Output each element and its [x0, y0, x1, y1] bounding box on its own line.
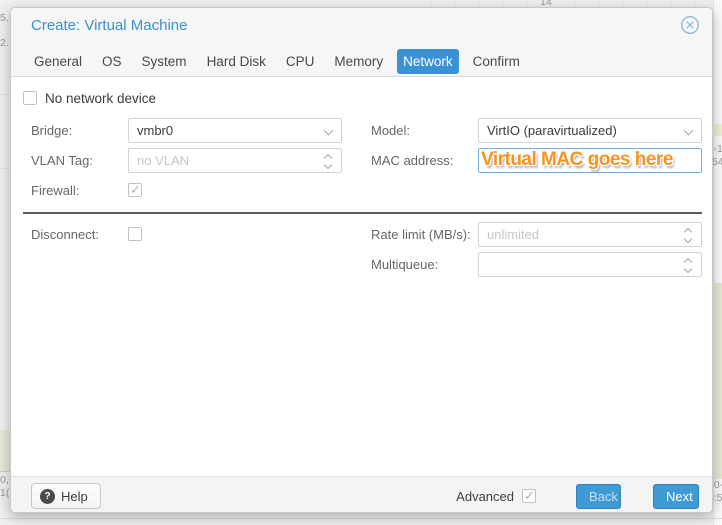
close-icon[interactable]: [680, 15, 700, 35]
multiqueue-input[interactable]: [479, 253, 701, 276]
dialog-header: Create: Virtual Machine General OS Syste…: [11, 8, 712, 77]
dialog-title: Create: Virtual Machine: [31, 17, 187, 34]
disconnect-label: Disconnect:: [31, 222, 99, 247]
background-green-panel-left: [0, 430, 10, 472]
model-select[interactable]: [478, 118, 702, 143]
help-button[interactable]: ? Help: [31, 483, 101, 509]
mac-address-label: MAC address:: [371, 148, 453, 173]
background-fragment: 54: [712, 156, 722, 168]
footer-actions: Advanced Back Next: [456, 483, 699, 509]
tab-hard-disk[interactable]: Hard Disk: [201, 49, 272, 74]
background-line: [0, 518, 722, 519]
tab-cpu[interactable]: CPU: [280, 49, 321, 74]
multiqueue-label: Multiqueue:: [371, 252, 438, 277]
tab-network[interactable]: Network: [397, 49, 459, 74]
multiqueue-spinner[interactable]: [478, 252, 702, 277]
background-line: [0, 94, 10, 95]
bridge-label: Bridge:: [31, 118, 72, 143]
back-button[interactable]: Back: [576, 484, 621, 509]
no-network-device-checkbox[interactable]: [23, 91, 37, 105]
tab-bar: General OS System Hard Disk CPU Memory N…: [28, 46, 526, 77]
screen: 14 5. 2. 0, 1( )-1 54 20- 5:5 Create: Vi…: [0, 0, 722, 525]
mac-annotation-text: Virtual MAC goes here: [481, 149, 673, 171]
background-line: [0, 168, 10, 169]
advanced-label: Advanced: [456, 489, 514, 504]
help-icon: ?: [40, 489, 55, 504]
spinner-icon[interactable]: [683, 257, 693, 274]
tab-general[interactable]: General: [28, 49, 88, 74]
tab-os[interactable]: OS: [96, 49, 128, 74]
section-divider: [23, 212, 702, 214]
tab-system[interactable]: System: [136, 49, 193, 74]
spinner-icon[interactable]: [683, 227, 693, 244]
no-network-device-label: No network device: [45, 86, 156, 111]
vlan-tag-spinner[interactable]: [128, 148, 342, 173]
dialog-footer: ? Help Advanced Back Next: [11, 476, 712, 512]
help-button-label: Help: [61, 489, 88, 504]
rate-limit-input[interactable]: [479, 223, 701, 246]
bridge-select[interactable]: [128, 118, 342, 143]
background-green-panel: [713, 283, 722, 479]
background-highlight-row: [713, 124, 722, 136]
mac-address-input[interactable]: Virtual MAC goes here: [478, 148, 702, 173]
create-vm-dialog: Create: Virtual Machine General OS Syste…: [10, 7, 713, 513]
background-fragment: 5.: [0, 12, 9, 24]
spinner-icon[interactable]: [323, 153, 333, 170]
vlan-tag-label: VLAN Tag:: [31, 148, 93, 173]
rate-limit-spinner[interactable]: [478, 222, 702, 247]
rate-limit-label: Rate limit (MB/s):: [371, 222, 471, 247]
background-fragment: 1(: [0, 487, 9, 499]
disconnect-checkbox[interactable]: [128, 227, 142, 241]
next-button[interactable]: Next: [653, 484, 699, 509]
tab-memory[interactable]: Memory: [328, 49, 389, 74]
model-input[interactable]: [479, 119, 701, 142]
background-fragment: 0,: [0, 474, 9, 486]
firewall-checkbox[interactable]: [128, 183, 142, 197]
vlan-tag-input[interactable]: [129, 149, 341, 172]
bridge-input[interactable]: [129, 119, 341, 142]
background-fragment: 2.: [0, 37, 9, 49]
model-label: Model:: [371, 118, 410, 143]
firewall-label: Firewall:: [31, 178, 79, 203]
tab-confirm[interactable]: Confirm: [467, 49, 526, 74]
advanced-checkbox[interactable]: [522, 489, 536, 503]
